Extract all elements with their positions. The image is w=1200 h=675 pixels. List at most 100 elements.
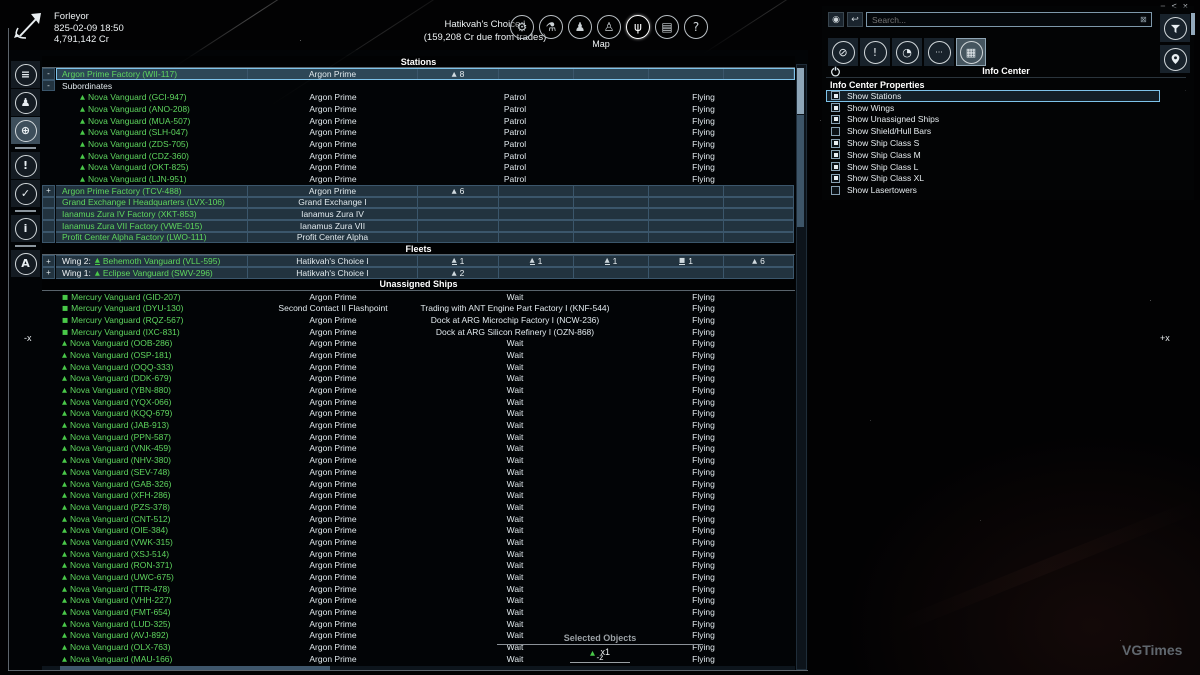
checkbox-row[interactable]: Show Ship Class M — [826, 149, 1160, 161]
ship-row[interactable]: ■Mercury Vanguard (IXC-831)Argon PrimeDo… — [42, 326, 795, 338]
ship-row[interactable]: ▲Nova Vanguard (ZDS-705)Argon PrimePatro… — [42, 138, 795, 150]
encyclopedia-menu-button[interactable]: ▤ — [655, 15, 679, 39]
ship-row[interactable]: ▲Nova Vanguard (GCI-947)Argon PrimePatro… — [42, 91, 795, 103]
ship-row[interactable]: ▲Nova Vanguard (PZS-378)Argon PrimeWaitF… — [42, 501, 795, 513]
ship-row[interactable]: ▲Nova Vanguard (DDK-679)Argon PrimeWaitF… — [42, 373, 795, 385]
sidebar-tab-information[interactable]: i — [11, 215, 40, 242]
ship-row[interactable]: ■Mercury Vanguard (GID-207)Argon PrimeWa… — [42, 291, 795, 303]
ship-row[interactable]: ▲Nova Vanguard (SEV-748)Argon PrimeWaitF… — [42, 466, 795, 478]
ship-row[interactable]: ▲Nova Vanguard (JAB-913)Argon PrimeWaitF… — [42, 419, 795, 431]
search-input[interactable] — [866, 12, 1152, 27]
station-row[interactable]: Profit Center Alpha Factory (LWO-111)Pro… — [42, 232, 795, 244]
checkbox[interactable] — [831, 150, 840, 159]
sidebar-tab-plot-management[interactable]: A — [11, 250, 40, 277]
research-menu-button[interactable]: ⚗ — [539, 15, 563, 39]
group-row[interactable]: -Subordinates — [42, 80, 795, 92]
vertical-scrollbar-thumb[interactable] — [797, 68, 804, 114]
ship-row[interactable]: ▲Nova Vanguard (VHH-227)Argon PrimeWaitF… — [42, 595, 795, 607]
ship-row[interactable]: ▲Nova Vanguard (KQQ-679)Argon PrimeWaitF… — [42, 408, 795, 420]
checkbox[interactable] — [831, 139, 840, 148]
ship-row[interactable]: ▲Nova Vanguard (VWK-315)Argon PrimeWaitF… — [42, 536, 795, 548]
checkbox-row[interactable]: Show Lasertowers — [826, 184, 1160, 196]
ship-row[interactable]: ▲Nova Vanguard (GAB-326)Argon PrimeWaitF… — [42, 478, 795, 490]
ship-row[interactable]: ▲Nova Vanguard (CDZ-360)Argon PrimePatro… — [42, 150, 795, 162]
station-row[interactable]: Grand Exchange I Headquarters (LVX-106)G… — [42, 197, 795, 209]
expand-toggle[interactable]: + — [42, 185, 55, 197]
checkbox[interactable] — [831, 103, 840, 112]
ship-row[interactable]: ▲Nova Vanguard (UWC-675)Argon PrimeWaitF… — [42, 571, 795, 583]
vertical-scrollbar-segment[interactable] — [797, 115, 804, 227]
activity-button[interactable]: ◔ — [892, 38, 922, 66]
sidebar-tab-missions[interactable]: ✓ — [11, 180, 40, 207]
ship-row[interactable]: ▲Nova Vanguard (PPN-587)Argon PrimeWaitF… — [42, 431, 795, 443]
expand-toggle[interactable] — [42, 220, 55, 232]
undo-button[interactable]: ↩ — [847, 12, 863, 27]
expand-toggle[interactable]: - — [42, 80, 55, 92]
station-row[interactable]: -Argon Prime Factory (WII-117)Argon Prim… — [42, 68, 795, 80]
ship-row[interactable]: ▲Nova Vanguard (MUA-507)Argon PrimePatro… — [42, 115, 795, 127]
search-clear-icon[interactable]: ⊠ — [1140, 15, 1147, 24]
help-menu-button[interactable]: ? — [684, 15, 708, 39]
ship-row[interactable]: ▲Nova Vanguard (LUD-325)Argon PrimeWaitF… — [42, 618, 795, 630]
sidebar-tab-property-owned[interactable]: ♟ — [11, 89, 40, 116]
ship-row[interactable]: ■Mercury Vanguard (DYU-130)Second Contac… — [42, 302, 795, 314]
presentation-menu-button[interactable]: ♙ — [597, 15, 621, 39]
crew-menu-button[interactable]: ♟ — [568, 15, 592, 39]
ship-row[interactable]: ▲Nova Vanguard (SLH-047)Argon PrimePatro… — [42, 126, 795, 138]
crate-button[interactable]: ▦ — [956, 38, 986, 66]
checkbox-row[interactable]: Show Ship Class L — [826, 161, 1160, 173]
checkbox-row[interactable]: Show Ship Class S — [826, 137, 1160, 149]
ship-row[interactable]: ▲Nova Vanguard (XSJ-514)Argon PrimeWaitF… — [42, 548, 795, 560]
ship-row[interactable]: ▲Nova Vanguard (XFH-286)Argon PrimeWaitF… — [42, 489, 795, 501]
checkbox[interactable] — [831, 162, 840, 171]
ship-row[interactable]: ▲Nova Vanguard (CNT-512)Argon PrimeWaitF… — [42, 513, 795, 525]
checkbox[interactable] — [831, 174, 840, 183]
fleet-row[interactable]: +Wing 1:▲Eclipse Vanguard (SWV-296)Hatik… — [42, 267, 795, 279]
no-entry-button[interactable]: ⊘ — [828, 38, 858, 66]
ship-row[interactable]: ▲Nova Vanguard (OIE-384)Argon PrimeWaitF… — [42, 524, 795, 536]
checkbox[interactable] — [831, 186, 840, 195]
checkbox-row[interactable]: Show Shield/Hull Bars — [826, 125, 1160, 137]
expand-toggle[interactable] — [42, 232, 55, 244]
ship-row[interactable]: ▲Nova Vanguard (LJN-951)Argon PrimePatro… — [42, 173, 795, 185]
map-menu-button[interactable]: ψ — [626, 15, 650, 39]
checkbox-row[interactable]: Show Ship Class XL — [826, 173, 1160, 185]
ship-row[interactable]: ▲Nova Vanguard (TTR-478)Argon PrimeWaitF… — [42, 583, 795, 595]
checkbox-row[interactable]: Show Stations — [826, 90, 1160, 102]
filter-button[interactable] — [1160, 14, 1190, 42]
ship-row[interactable]: ▲Nova Vanguard (OSP-181)Argon PrimeWaitF… — [42, 349, 795, 361]
gear-menu-button[interactable]: ⚙ — [510, 15, 534, 39]
expand-toggle[interactable]: - — [42, 68, 55, 80]
sidebar-tab-object-list[interactable]: ≡ — [11, 61, 40, 88]
ship-row[interactable]: ■Mercury Vanguard (RQZ-567)Argon PrimeDo… — [42, 314, 795, 326]
ship-row[interactable]: ▲Nova Vanguard (OKT-825)Argon PrimePatro… — [42, 162, 795, 174]
alert-button[interactable]: ! — [860, 38, 890, 66]
sidebar-tab-alerts[interactable]: ! — [11, 152, 40, 179]
checkbox[interactable] — [831, 115, 840, 124]
ship-row[interactable]: ▲Nova Vanguard (NHV-380)Argon PrimeWaitF… — [42, 454, 795, 466]
ship-row[interactable]: ▲Nova Vanguard (YBN-880)Argon PrimeWaitF… — [42, 384, 795, 396]
expand-toggle[interactable]: + — [42, 267, 55, 279]
globe-button[interactable]: ◉ — [828, 12, 844, 27]
checkbox[interactable] — [831, 91, 840, 100]
checkbox-row[interactable]: Show Wings — [826, 102, 1160, 114]
horizontal-scrollbar-thumb[interactable] — [60, 666, 330, 670]
station-row[interactable]: +Argon Prime Factory (TCV-488)Argon Prim… — [42, 185, 795, 197]
ship-row[interactable]: ▲Nova Vanguard (VNK-459)Argon PrimeWaitF… — [42, 443, 795, 455]
checkbox-row[interactable]: Show Unassigned Ships — [826, 114, 1160, 126]
station-row[interactable]: Ianamus Zura IV Factory (XKT-853)Ianamus… — [42, 208, 795, 220]
ship-row[interactable]: ▲Nova Vanguard (YQX-066)Argon PrimeWaitF… — [42, 396, 795, 408]
expand-toggle[interactable] — [42, 197, 55, 209]
expand-toggle[interactable] — [42, 208, 55, 220]
expand-toggle[interactable]: + — [42, 255, 55, 267]
ship-row[interactable]: ▲Nova Vanguard (OQQ-333)Argon PrimeWaitF… — [42, 361, 795, 373]
fleet-row[interactable]: +Wing 2:▲Behemoth Vanguard (VLL-595)Hati… — [42, 255, 795, 267]
more-button[interactable]: ··· — [924, 38, 954, 66]
ship-row[interactable]: ▲Nova Vanguard (OOB-286)Argon PrimeWaitF… — [42, 337, 795, 349]
ship-row[interactable]: ▲Nova Vanguard (ANO-208)Argon PrimePatro… — [42, 103, 795, 115]
sidebar-tab-info-center[interactable]: ⊕ — [11, 117, 40, 144]
ship-row[interactable]: ▲Nova Vanguard (FMT-654)Argon PrimeWaitF… — [42, 606, 795, 618]
ship-row[interactable]: ▲Nova Vanguard (RON-371)Argon PrimeWaitF… — [42, 560, 795, 572]
station-row[interactable]: Ianamus Zura VII Factory (VWE-015)Ianamu… — [42, 220, 795, 232]
panel-scrollbar-thumb[interactable] — [1191, 13, 1195, 35]
